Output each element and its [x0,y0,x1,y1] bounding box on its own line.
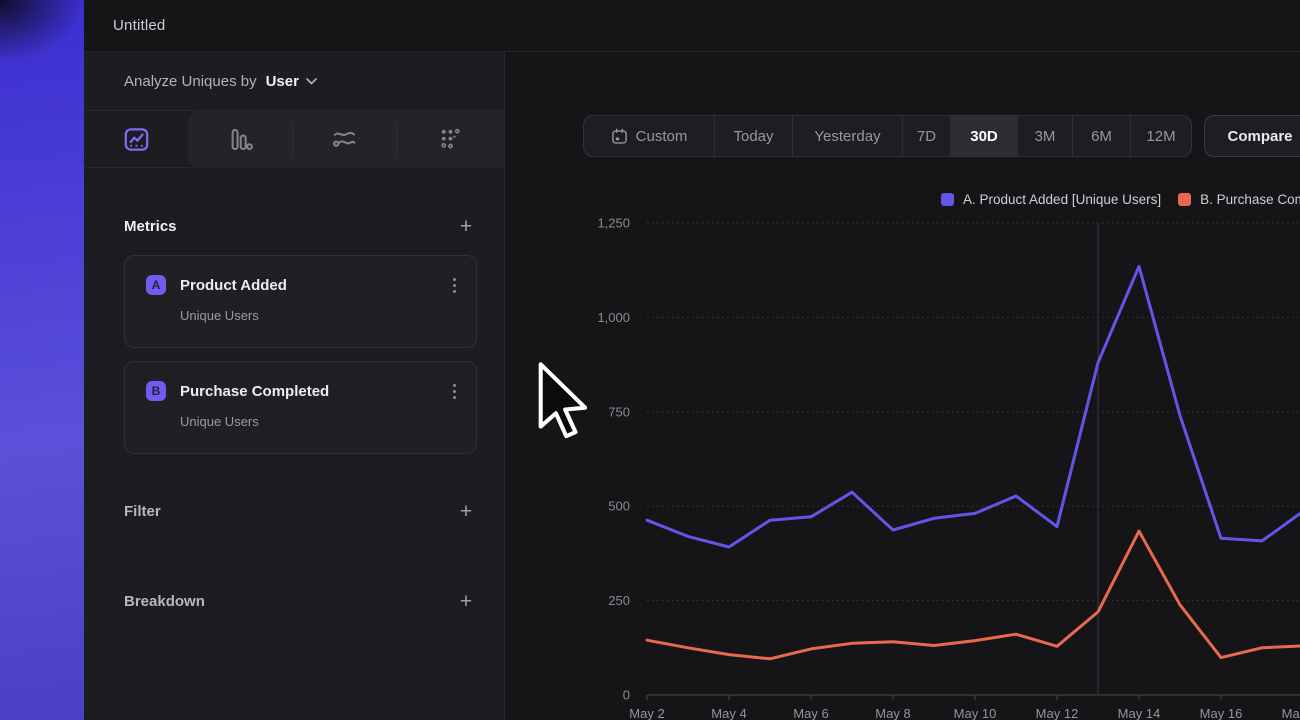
legend-item-a[interactable]: A. Product Added [Unique Users] [941,192,1161,207]
analyze-row: Analyze Uniques by User [84,52,504,111]
analyze-by-dropdown[interactable]: User [266,73,317,90]
sidebar-body: Metrics + A Product Added Unique Users B… [84,215,504,612]
x-tick-label: May 12 [1036,706,1079,720]
range-today[interactable]: Today [715,116,793,156]
legend-swatch [941,193,954,206]
chart-type-tabs [84,111,504,168]
tab-divider [292,121,293,157]
metrics-title: Metrics [124,218,177,235]
metric-letter-badge: A [146,275,166,295]
breakdown-title: Breakdown [124,593,205,610]
metric-name: Purchase Completed [180,383,451,400]
x-tick-label: May 4 [711,706,746,720]
y-tick-label: 1,000 [597,310,630,325]
range-label: 3M [1035,128,1056,145]
x-tick-label: May 6 [793,706,828,720]
y-tick-label: 250 [608,593,630,608]
filter-section-header: Filter + [124,500,477,522]
range-label: Custom [636,128,688,145]
x-tick-label: May 2 [629,706,664,720]
date-range-selector: Custom Today Yesterday 7D 30D 3M 6M 12M [583,115,1192,157]
line-chart-icon [123,126,150,153]
x-tick-label: May 8 [875,706,910,720]
range-30d[interactable]: 30D [951,116,1018,156]
app-window: Untitled Analyze Uniques by User [84,0,1300,720]
range-label: 12M [1146,128,1175,145]
tab-line-chart[interactable] [84,111,188,167]
breakdown-section-header: Breakdown + [124,590,477,612]
tab-flow[interactable] [292,111,396,167]
metric-card-a[interactable]: A Product Added Unique Users [124,255,477,348]
metrics-section-header: Metrics + [124,215,477,237]
range-label: Yesterday [814,128,880,145]
wallpaper-strip [0,0,84,720]
grid-dots-icon [437,126,464,153]
range-6m[interactable]: 6M [1073,116,1131,156]
calendar-icon [611,128,628,145]
y-tick-label: 0 [623,688,630,703]
add-breakdown-button[interactable]: + [455,590,477,612]
x-tick-label: May 18 [1282,706,1300,720]
add-filter-button[interactable]: + [455,500,477,522]
x-tick-label: May 10 [954,706,997,720]
legend-item-b[interactable]: B. Purchase Completed [Unique Users] [1178,192,1300,207]
kebab-menu-icon[interactable] [451,276,458,295]
chart-panel: 0 250 500 750 1,000 1,250 May 2 May 4 May 6 May 8… [505,52,1300,720]
y-tick-label: 1,250 [597,216,630,231]
range-yesterday[interactable]: Yesterday [793,116,903,156]
y-tick-label: 500 [608,499,630,514]
legend-label: B. Purchase Completed [Unique Users] [1200,192,1300,207]
kebab-menu-icon[interactable] [451,382,458,401]
range-label: 7D [917,128,936,145]
range-custom[interactable]: Custom [584,116,715,156]
metric-card-b[interactable]: B Purchase Completed Unique Users [124,361,477,454]
report-title[interactable]: Untitled [113,0,165,52]
tab-bar-chart[interactable] [188,111,292,167]
metric-measurement: Unique Users [180,308,458,323]
range-12m[interactable]: 12M [1131,116,1191,156]
metric-name: Product Added [180,277,451,294]
series-line-b[interactable] [647,531,1300,659]
metric-measurement: Unique Users [180,414,458,429]
chevron-down-icon [306,78,317,85]
chart-legend: A. Product Added [Unique Users] B. Purch… [941,192,1300,207]
legend-label: A. Product Added [Unique Users] [963,192,1161,207]
compare-button[interactable]: Compare [1204,115,1300,157]
flow-icon [331,126,358,153]
x-tick-label: May 16 [1200,706,1243,720]
range-label: 6M [1091,128,1112,145]
metric-card-header: A Product Added [146,275,458,295]
tab-divider [396,121,397,157]
metric-card-header: B Purchase Completed [146,381,458,401]
range-label: Today [733,128,773,145]
tab-grid-dots[interactable] [396,111,505,167]
x-tick-label: May 14 [1118,706,1161,720]
legend-swatch [1178,193,1191,206]
y-tick-label: 750 [608,404,630,419]
series-line-a[interactable] [647,266,1300,547]
range-7d[interactable]: 7D [903,116,951,156]
sidebar: Analyze Uniques by User Metrics + [84,52,505,720]
range-label: 30D [970,128,998,145]
analyze-by-value: User [266,73,299,90]
bar-chart-icon [227,126,254,153]
app-header: Untitled [84,0,1300,52]
add-metric-button[interactable]: + [455,215,477,237]
analyze-label: Analyze Uniques by [124,73,257,90]
range-3m[interactable]: 3M [1018,116,1073,156]
filter-title: Filter [124,503,161,520]
metric-letter-badge: B [146,381,166,401]
